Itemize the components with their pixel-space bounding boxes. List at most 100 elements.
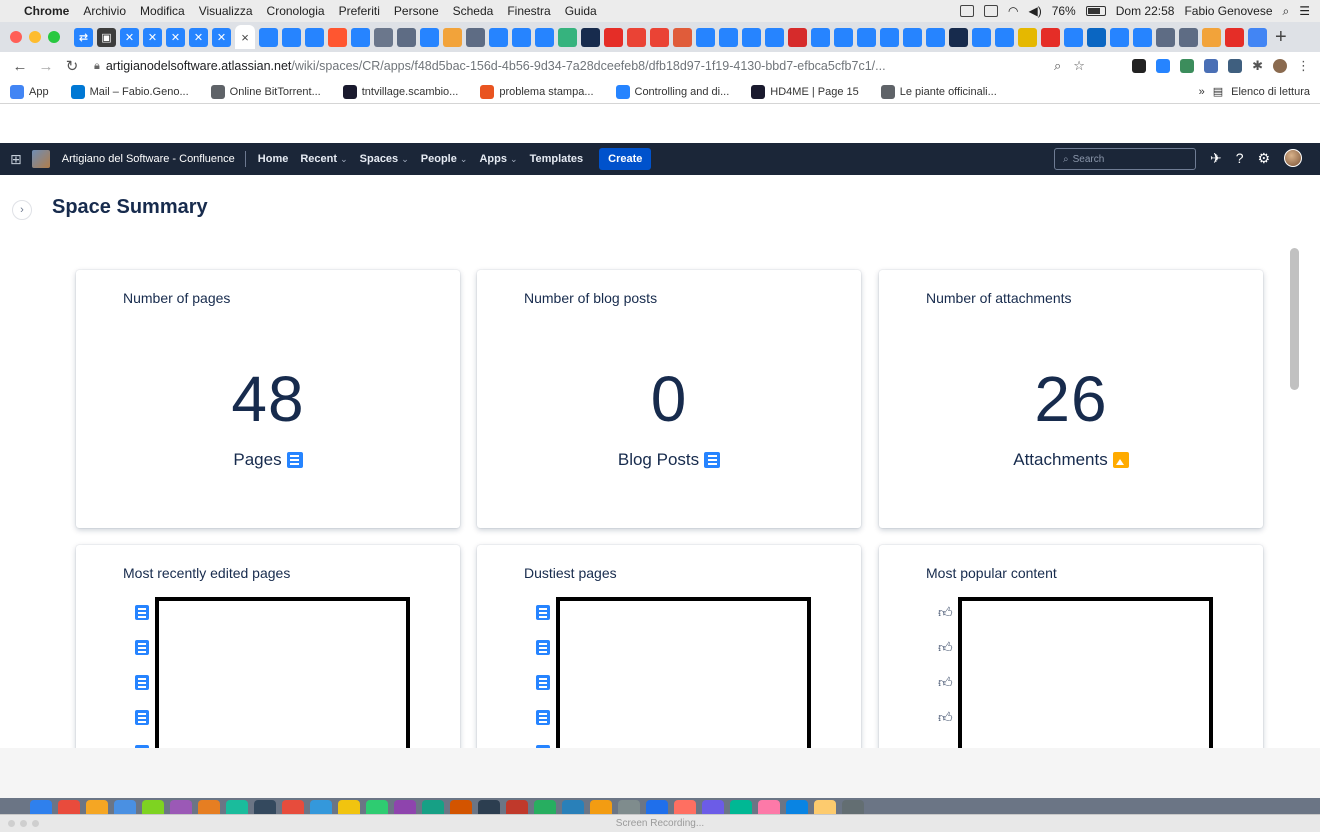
dock-app-icon[interactable] (814, 800, 836, 814)
extension-icon[interactable] (1132, 59, 1147, 73)
bookmark-item[interactable]: Controlling and di... (615, 84, 729, 99)
sidebar-expand-button[interactable]: › (12, 200, 32, 220)
dock-app-icon[interactable] (730, 800, 752, 814)
site-title[interactable]: Artigiano del Software - Confluence (62, 153, 235, 165)
tab-favicon[interactable] (880, 27, 899, 47)
bookmark-item[interactable]: Mail – Fabio.Geno... (70, 84, 189, 99)
tab-favicon[interactable] (995, 27, 1014, 47)
settings-gear-icon[interactable]: ⚙ (1258, 150, 1271, 167)
menu-archivio[interactable]: Archivio (83, 4, 126, 18)
reading-list-icon[interactable]: ▤ (1213, 85, 1223, 98)
menu-cronologia[interactable]: Cronologia (267, 4, 325, 18)
tab-favicon[interactable]: ⇄ (74, 27, 93, 47)
profile-avatar[interactable] (1273, 59, 1287, 73)
menu-modifica[interactable]: Modifica (140, 4, 185, 18)
tab-favicon[interactable] (1064, 27, 1083, 47)
bookmark-item[interactable]: tntvillage.scambio... (342, 84, 458, 99)
dock-app-icon[interactable] (618, 800, 640, 814)
zoom-window-button[interactable] (32, 820, 39, 827)
reload-icon[interactable]: ↻ (62, 57, 82, 75)
page-scrollbar[interactable] (1290, 248, 1299, 390)
extension-icon[interactable] (1156, 59, 1171, 73)
dock-app-icon[interactable] (254, 800, 276, 814)
tab-favicon[interactable] (1133, 27, 1152, 47)
dock-app-icon[interactable] (310, 800, 332, 814)
tab-favicon[interactable] (650, 27, 669, 47)
forward-arrow-icon[interactable]: → (36, 58, 56, 75)
dock-app-icon[interactable] (590, 800, 612, 814)
tab-favicon[interactable] (259, 27, 278, 47)
bookmarks-overflow-chevron[interactable]: » (1199, 86, 1205, 98)
dock-app-icon[interactable] (758, 800, 780, 814)
active-tab-close-button[interactable]: × (235, 25, 255, 49)
dock-app-icon[interactable] (674, 800, 696, 814)
tab-favicon[interactable] (627, 27, 646, 47)
tab-favicon[interactable] (742, 27, 761, 47)
dock-app-icon[interactable] (422, 800, 444, 814)
tab-favicon[interactable] (489, 27, 508, 47)
tab-favicon[interactable] (1156, 27, 1175, 47)
battery-icon[interactable] (1085, 6, 1106, 16)
volume-icon[interactable]: ◀) (1028, 4, 1041, 18)
menu-persone[interactable]: Persone (394, 4, 439, 18)
tab-favicon[interactable] (512, 27, 531, 47)
tab-favicon[interactable] (328, 27, 347, 47)
wifi-icon[interactable]: ◠ (1008, 4, 1018, 18)
menu-guida[interactable]: Guida (565, 4, 597, 18)
tab-favicon[interactable] (673, 27, 692, 47)
tab-favicon[interactable] (1248, 27, 1267, 47)
menu-scheda[interactable]: Scheda (453, 4, 494, 18)
nav-templates[interactable]: Templates (530, 153, 584, 165)
tab-favicon[interactable] (1179, 27, 1198, 47)
app-switcher-icon[interactable]: ⊞ (10, 151, 22, 168)
tab-favicon[interactable]: ✕ (189, 27, 208, 47)
dock-app-icon[interactable] (226, 800, 248, 814)
tab-favicon[interactable]: ▣ (97, 27, 116, 47)
dock-app-icon[interactable] (30, 800, 52, 814)
bookmark-item[interactable]: App (10, 84, 49, 99)
nav-home[interactable]: Home (258, 153, 289, 165)
reading-list-label[interactable]: Elenco di lettura (1231, 86, 1310, 98)
tab-favicon[interactable] (765, 27, 784, 47)
dock-app-icon[interactable] (86, 800, 108, 814)
tab-favicon[interactable] (420, 27, 439, 47)
tab-favicon[interactable] (604, 27, 623, 47)
spotlight-search-icon[interactable]: ⌕ (1283, 4, 1290, 19)
tab-favicon[interactable] (696, 27, 715, 47)
tab-favicon[interactable] (1018, 27, 1037, 47)
tab-favicon[interactable] (443, 27, 462, 47)
user-name[interactable]: Fabio Genovese (1184, 4, 1272, 18)
bookmark-star-icon[interactable]: ☆ (1073, 58, 1085, 74)
new-tab-button[interactable]: + (1275, 26, 1287, 49)
lock-icon[interactable]: 🔒︎ (94, 60, 100, 73)
tab-favicon[interactable] (972, 27, 991, 47)
chrome-menu-icon[interactable]: ⋮ (1297, 58, 1310, 74)
tab-favicon[interactable] (857, 27, 876, 47)
dock-app-icon[interactable] (478, 800, 500, 814)
stat-link[interactable]: Pages (76, 450, 460, 470)
user-avatar[interactable] (1284, 149, 1303, 167)
dock-app-icon[interactable] (534, 800, 556, 814)
tab-favicon[interactable] (1202, 27, 1221, 47)
control-center-icon[interactable]: ☰ (1299, 4, 1310, 18)
tab-favicon[interactable] (926, 27, 945, 47)
status-app-icon[interactable] (959, 5, 974, 17)
status-app-icon[interactable] (983, 5, 998, 17)
tab-favicon[interactable]: ✕ (143, 27, 162, 47)
dock-app-icon[interactable] (562, 800, 584, 814)
search-input[interactable]: ⌕ Search (1054, 148, 1196, 170)
dock-app-icon[interactable] (842, 800, 864, 814)
extension-icon[interactable] (1180, 59, 1195, 73)
menu-app-name[interactable]: Chrome (24, 4, 69, 18)
tab-favicon[interactable]: ✕ (212, 27, 231, 47)
dock-app-icon[interactable] (58, 800, 80, 814)
zoom-window-button[interactable] (48, 31, 60, 43)
zoom-icon[interactable]: ⌕ (1054, 58, 1061, 74)
tab-favicon[interactable] (811, 27, 830, 47)
tab-favicon[interactable] (834, 27, 853, 47)
tab-favicon[interactable] (558, 27, 577, 47)
dock-app-icon[interactable] (506, 800, 528, 814)
tab-favicon[interactable] (1225, 27, 1244, 47)
minimize-window-button[interactable] (20, 820, 27, 827)
stat-link[interactable]: Attachments (879, 450, 1263, 470)
